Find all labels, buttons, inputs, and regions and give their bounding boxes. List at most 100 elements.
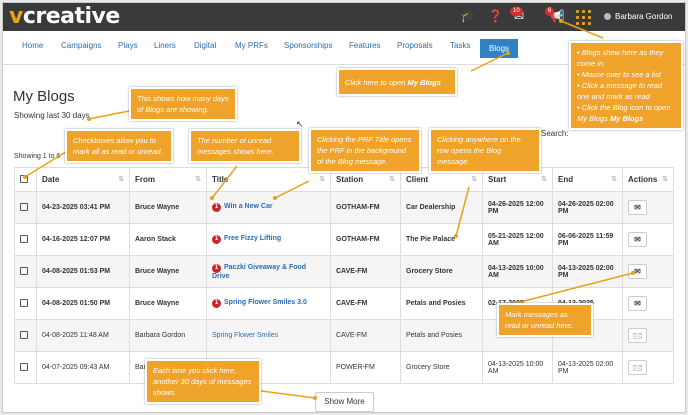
client-cell: Car Dealership <box>400 191 483 224</box>
tab-my-prfs[interactable]: My PRFs <box>235 41 268 50</box>
row-checkbox[interactable] <box>20 266 28 275</box>
from-cell: Bruce Wayne <box>129 191 207 224</box>
unread-count-badge: 1 <box>212 235 221 244</box>
date-range-label: Showing last 30 days <box>14 111 90 120</box>
row-checkbox[interactable] <box>20 362 28 371</box>
apps-grid-icon[interactable] <box>576 10 591 25</box>
table-row[interactable]: 04-23-2025 03:41 PM Bruce Wayne 1 Win a New… <box>14 191 674 224</box>
help-icon[interactable]: ❓ <box>488 9 503 23</box>
tab-sponsorships[interactable]: Sponsorships <box>284 41 332 50</box>
unread-count-badge: 1 <box>212 203 221 212</box>
blogs-table: Date ⇅ From ⇅ Title ⇅ Station ⇅ Client ⇅ Star… <box>14 167 674 384</box>
row-checkbox[interactable] <box>20 330 28 339</box>
callout-unread-count: The number of unread messages shows here… <box>189 129 301 163</box>
callout-checkboxes: Checkboxes allow you to mark all as read… <box>65 129 173 163</box>
prf-title-link[interactable]: Spring Flower Smiles 3.0 <box>224 299 307 306</box>
prf-title-link[interactable]: Free Fizzy Lifting <box>224 235 281 242</box>
date-cell: 04-07-2025 09:43 AM <box>36 351 130 384</box>
search-label: Search: <box>541 129 569 138</box>
end-cell: 04-13-2025 02:00 PM <box>552 255 623 288</box>
sort-icon: ⇅ <box>471 176 477 183</box>
envelope-icon: 🖂 <box>632 331 643 340</box>
logo[interactable]: vcreative <box>9 4 120 29</box>
col-date[interactable]: Date ⇅ <box>36 167 130 192</box>
start-cell: 04-13-2025 10:00 AM <box>482 351 553 384</box>
sort-icon: ⇅ <box>118 176 124 183</box>
sort-icon: ⇅ <box>611 176 617 183</box>
envelope-icon: ✉ <box>634 203 641 212</box>
table-row[interactable]: 04-08-2025 01:53 PM Bruce Wayne 1 Paczki Gi… <box>14 255 674 288</box>
title-cell[interactable]: 1 Win a New Car <box>206 191 331 224</box>
date-cell: 04-16-2025 12:07 PM <box>36 223 130 256</box>
row-checkbox[interactable] <box>20 234 28 243</box>
row-checkbox-cell[interactable] <box>14 319 37 352</box>
table-row[interactable]: 04-07-2025 09:43 AMBarb& Food DrivePOWER… <box>14 351 674 384</box>
mark-read-button[interactable]: ✉ <box>628 232 647 247</box>
tab-campaigns[interactable]: Campaigns <box>61 41 101 50</box>
user-name: Barbara Gordon <box>615 12 673 21</box>
mail-count-badge: 10 <box>510 7 523 16</box>
row-checkbox-cell[interactable] <box>14 191 37 224</box>
client-cell: Petals and Posies <box>400 287 483 320</box>
mark-read-button[interactable]: ✉ <box>628 264 647 279</box>
title-cell[interactable]: 1 Paczki Giveaway & Food Drive <box>206 255 331 288</box>
mark-read-button[interactable]: 🖂 <box>628 328 647 343</box>
col-end[interactable]: End ⇅ <box>552 167 623 192</box>
unread-count-badge: 1 <box>212 299 221 308</box>
callout-prf-title: Clicking the PRF Title opens the PRF in … <box>309 128 421 173</box>
mark-read-button[interactable]: 🖂 <box>628 360 647 375</box>
title-cell[interactable]: 1 Free Fizzy Lifting <box>206 223 331 256</box>
prf-title-link[interactable]: Win a New Car <box>224 203 273 210</box>
row-checkbox-cell[interactable] <box>14 351 37 384</box>
actions-cell: 🖂 <box>622 319 674 352</box>
select-all-checkbox[interactable] <box>20 174 28 183</box>
callout-row-click: Clicking anywhere on the row opens the B… <box>429 128 541 173</box>
select-all-cell[interactable] <box>14 167 37 192</box>
station-cell: GOTHAM-FM <box>330 223 401 256</box>
avatar <box>604 13 611 20</box>
showing-count: Showing 1 to 6 <box>14 153 61 160</box>
client-cell: Petals and Posies <box>400 319 483 352</box>
row-checkbox[interactable] <box>20 298 28 307</box>
top-bar: vcreative 🎓 ❓ ✉ 10 📢 6 Barbara Gordon <box>3 3 685 31</box>
station-cell: CAVE-FM <box>330 287 401 320</box>
tab-tasks[interactable]: Tasks <box>450 41 470 50</box>
sort-icon: ⇅ <box>389 176 395 183</box>
client-cell: Grocery Store <box>400 255 483 288</box>
callout-days: This shows how many days of Blogs are sh… <box>129 87 237 121</box>
tab-features[interactable]: Features <box>349 41 381 50</box>
user-menu[interactable]: Barbara Gordon <box>604 12 672 21</box>
client-cell: The Pie Palace <box>400 223 483 256</box>
tab-liners[interactable]: Liners <box>154 41 176 50</box>
station-cell: CAVE-FM <box>330 255 401 288</box>
mark-read-button[interactable]: ✉ <box>628 296 647 311</box>
row-checkbox-cell[interactable] <box>14 223 37 256</box>
graduation-cap-icon[interactable]: 🎓 <box>460 9 475 23</box>
tab-home[interactable]: Home <box>22 41 43 50</box>
tab-blogs[interactable]: Blogs <box>480 39 519 58</box>
envelope-icon: ✉ <box>634 299 641 308</box>
prf-title-link[interactable]: Paczki Giveaway & Food Drive <box>212 264 306 280</box>
from-cell: Barbara Gordon <box>129 319 207 352</box>
sort-icon: ⇅ <box>319 176 325 183</box>
sort-icon: ⇅ <box>195 176 201 183</box>
title-cell[interactable]: 1 Spring Flower Smiles 3.0 <box>206 287 331 320</box>
title-cell[interactable]: Spring Flower Smiles <box>206 319 331 352</box>
client-cell: Grocery Store <box>400 351 483 384</box>
col-from[interactable]: From ⇅ <box>129 167 207 192</box>
tab-digital[interactable]: Digital <box>194 41 216 50</box>
tab-proposals[interactable]: Proposals <box>397 41 433 50</box>
from-cell: Aaron Stack <box>129 223 207 256</box>
table-row[interactable]: 04-16-2025 12:07 PM Aaron Stack 1 Free Fizz… <box>14 223 674 256</box>
row-checkbox-cell[interactable] <box>14 287 37 320</box>
start-cell: 04-13-2025 10:00 AM <box>482 255 553 288</box>
row-checkbox[interactable] <box>20 202 28 211</box>
mark-read-button[interactable]: ✉ <box>628 200 647 215</box>
actions-cell: ✉ <box>622 287 674 320</box>
show-more-button[interactable]: Show More <box>315 392 374 412</box>
envelope-icon: ✉ <box>634 235 641 244</box>
prf-title-link[interactable]: Spring Flower Smiles <box>212 332 278 339</box>
date-cell: 04-08-2025 01:53 PM <box>36 255 130 288</box>
tab-plays[interactable]: Plays <box>118 41 138 50</box>
row-checkbox-cell[interactable] <box>14 255 37 288</box>
